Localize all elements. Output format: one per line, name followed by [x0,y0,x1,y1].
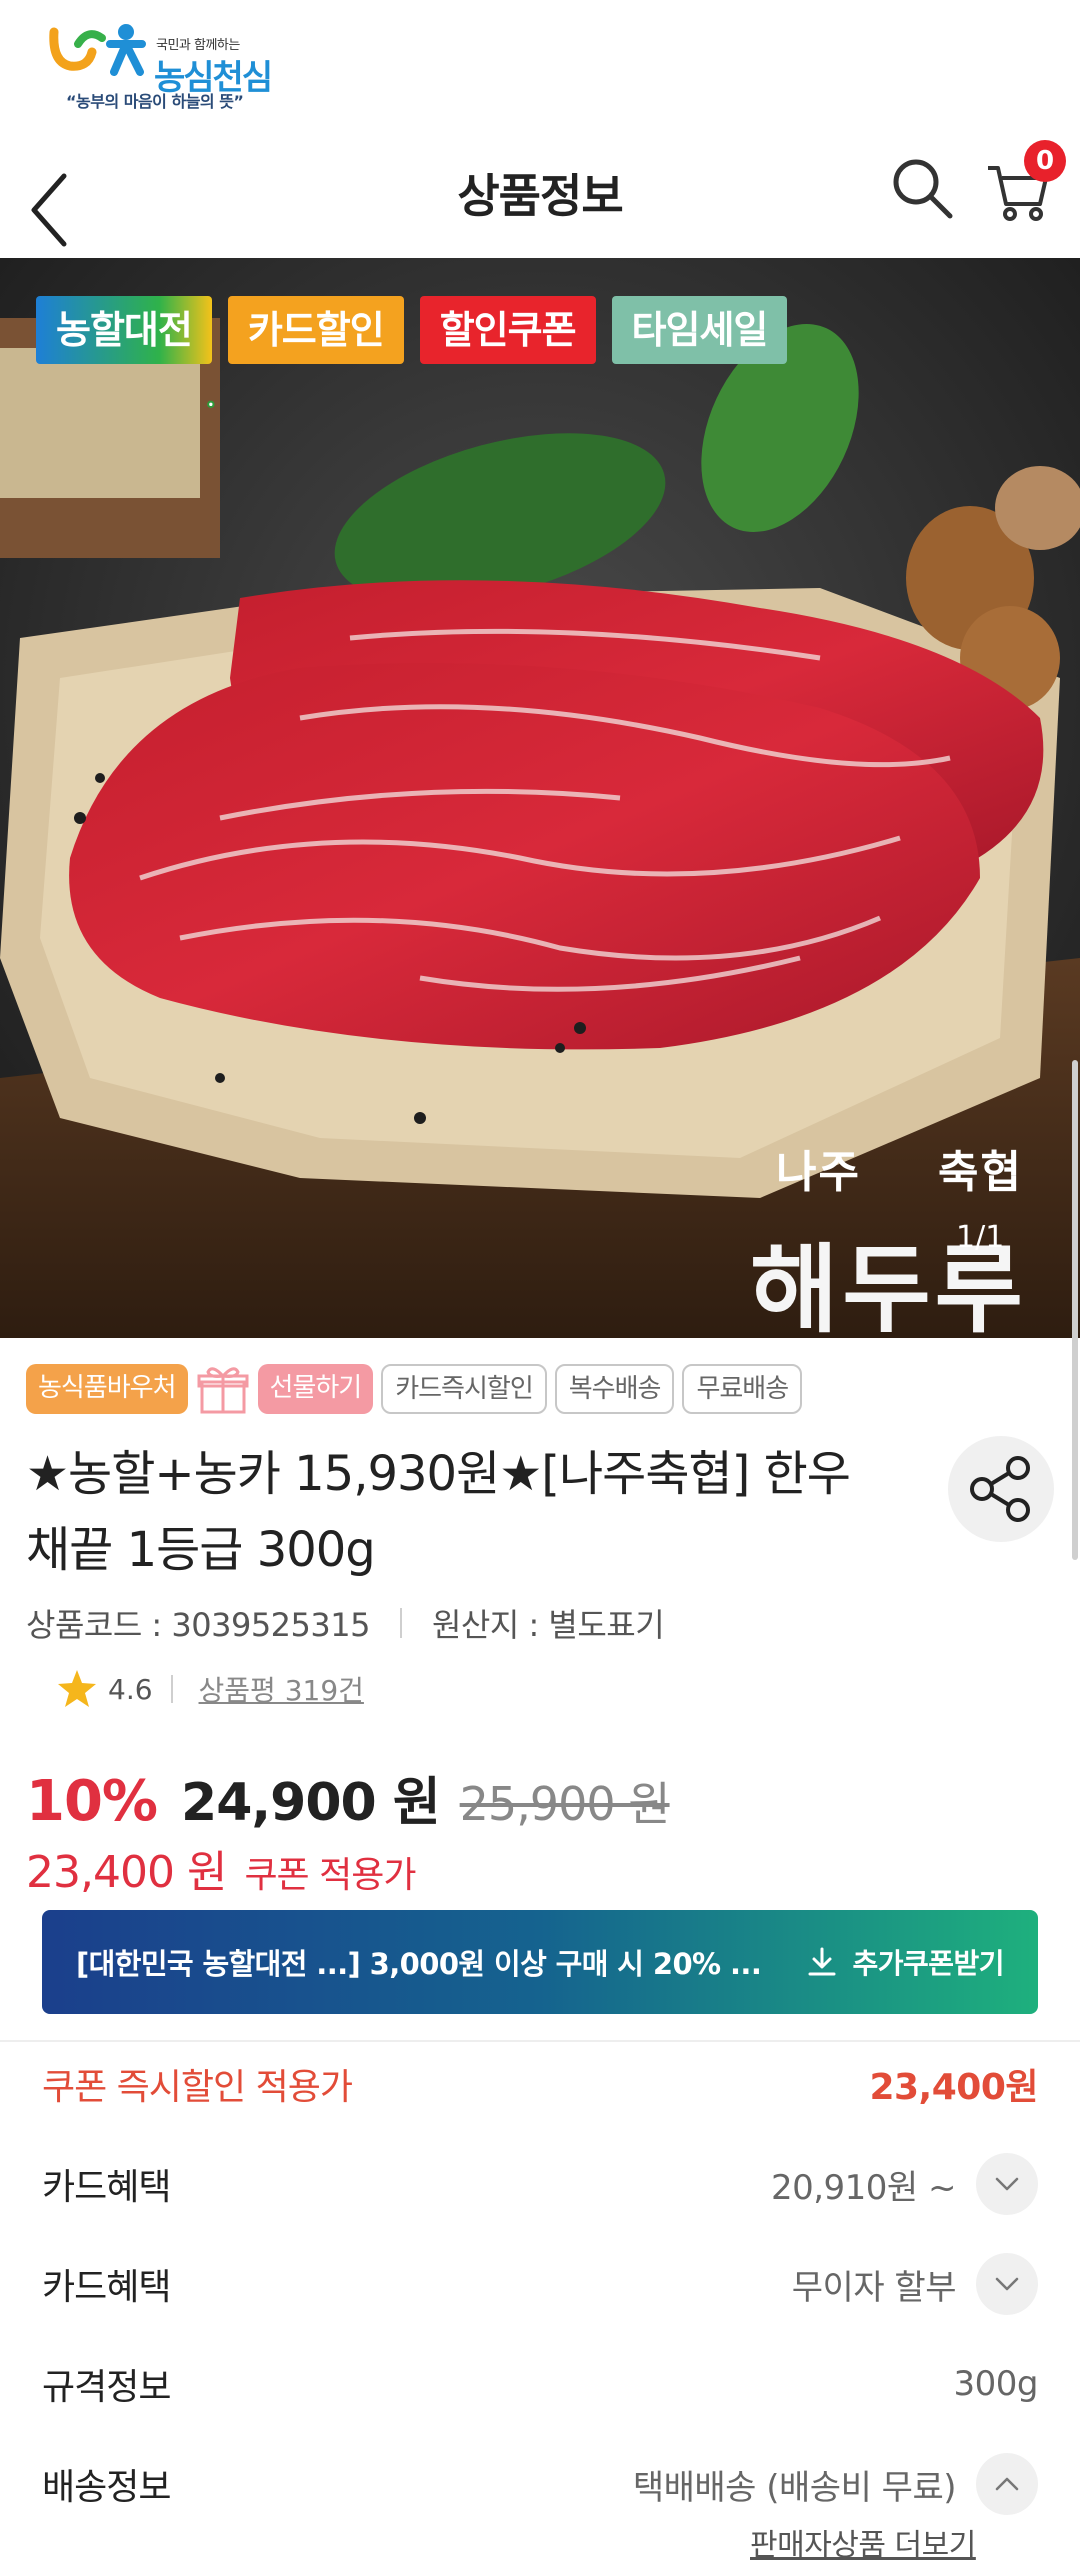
cart-count-badge: 0 [1024,140,1066,182]
card-benefit-value-wrap: 20,910원 ~ [771,2153,1038,2215]
product-image[interactable] [0,258,1080,1338]
discount-rate: 10% [26,1769,158,1834]
review-count-link[interactable]: 상품평 319건 [199,1669,364,1709]
instant-discount-value: 23,400원 [869,2067,1038,2108]
shipping-value-wrap: 택배배송 (배송비 무료) [633,2453,1038,2515]
brand-region-text: 나주 [776,1147,861,1198]
star-icon [58,1670,96,1707]
gift-icon[interactable] [196,1362,250,1416]
image-counter: 1/1 [956,1220,1005,1255]
spec-label: 규격정보 [42,2367,171,2408]
card-benefit-value: 20,910원 ~ [770,2167,957,2208]
coupon-price-label: 쿠폰 적용가 [244,1855,416,1896]
seller-products-link[interactable]: 판매자상품 더보기 [750,2520,976,2564]
brand-logo[interactable]: 국민과 함께하는 농심천심 “농부의 마음이 하늘의 뜻” [48,22,308,112]
chip-multi-shipping: 복수배송 [554,1364,675,1414]
spec-value: 300g [953,2364,1039,2404]
meta-separator [399,1608,402,1638]
promo-tag-farm-festival: 농할대전 [36,296,212,364]
chip-voucher: 농식품바우처 [26,1364,188,1414]
product-origin: 원산지 : 별도표기 [431,1606,665,1644]
product-label-chips: 농식품바우처 선물하기 카드즉시할인 복수배송 무료배송 [26,1362,803,1416]
chevron-down-icon [995,2177,1019,2191]
promo-tag-card-discount: 카드할인 [227,296,404,364]
rating-score: 4.6 [108,1672,153,1706]
scrollbar-thumb[interactable] [1072,1060,1078,1560]
share-button[interactable] [948,1436,1054,1542]
chip-gift[interactable]: 선물하기 [257,1364,374,1414]
installment-value-wrap: 무이자 할부 [792,2253,1038,2315]
get-coupon-label: 추가쿠폰받기 [852,1947,1004,1980]
spec-row: 규격정보 300g [42,2344,1039,2424]
shipping-value: 택배배송 (배송비 무료) [632,2467,957,2508]
instant-discount-row: 쿠폰 즉시할인 적용가 23,400원 [42,2044,1038,2124]
card-benefit-toggle[interactable] [976,2153,1038,2215]
logo-figure-icon [49,24,146,76]
promo-tag-time-sale: 타임세일 [611,296,788,364]
download-icon [808,1947,836,1976]
installment-value: 무이자 할부 [791,2267,957,2308]
promo-tag-list: 농할대전 카드할인 할인쿠폰 타임세일 [36,296,788,364]
installment-label: 카드혜택 [42,2267,171,2308]
card-benefit-label: 카드혜택 [42,2167,171,2208]
instant-discount-label: 쿠폰 즉시할인 적용가 [42,2067,353,2108]
promo-tag-discount-coupon: 할인쿠폰 [419,296,596,364]
chevron-up-icon [995,2477,1019,2491]
product-name: ★농할+농카 15,930원★[나주축협] 한우 채끝 1등급 300g [26,1446,851,1578]
chip-free-shipping: 무료배송 [682,1364,803,1414]
card-benefit-row[interactable]: 카드혜택 20,910원 ~ [42,2144,1038,2224]
product-meta: 상품코드 : 3039525315 원산지 : 별도표기 [26,1600,665,1646]
logo-slogan: “농부의 마음이 하늘의 뜻” [66,92,244,111]
sale-price: 24,900 원 [181,1773,441,1833]
shipping-label: 배송정보 [42,2467,171,2508]
product-code: 상품코드 : 3039525315 [26,1606,370,1644]
installment-row[interactable]: 카드혜택 무이자 할부 [42,2244,1038,2324]
coupon-banner[interactable]: [대한민국 농할대전 ...] 3,000원 이상 구매 시 20% ... 추… [42,1910,1038,2014]
price-row: 10% 24,900 원 25,900 원 [26,1760,671,1835]
brand-coop-text: 축협 [938,1147,1023,1198]
installment-toggle[interactable] [976,2253,1038,2315]
coupon-banner-text: [대한민국 농할대전 ...] 3,000원 이상 구매 시 20% ... [76,1947,762,1981]
chevron-down-icon [995,2277,1019,2291]
coupon-price-row: 23,400 원 쿠폰 적용가 [26,1836,416,1900]
coupon-price: 23,400 원 [26,1847,227,1898]
rating-separator [170,1675,173,1703]
chip-card-instant-discount: 카드즉시할인 [381,1364,547,1414]
search-icon[interactable] [888,154,958,224]
section-divider [0,2040,1080,2042]
rating-summary: 4.6 상품평 319건 [56,1668,364,1710]
shipping-toggle[interactable] [976,2453,1038,2515]
get-coupon-button[interactable]: 추가쿠폰받기 [806,1942,1004,1982]
share-icon [970,1456,1030,1522]
shipping-row[interactable]: 배송정보 택배배송 (배송비 무료) [42,2444,1038,2524]
original-price: 25,900 원 [459,1777,671,1831]
top-header: 상품정보 [0,130,1080,250]
